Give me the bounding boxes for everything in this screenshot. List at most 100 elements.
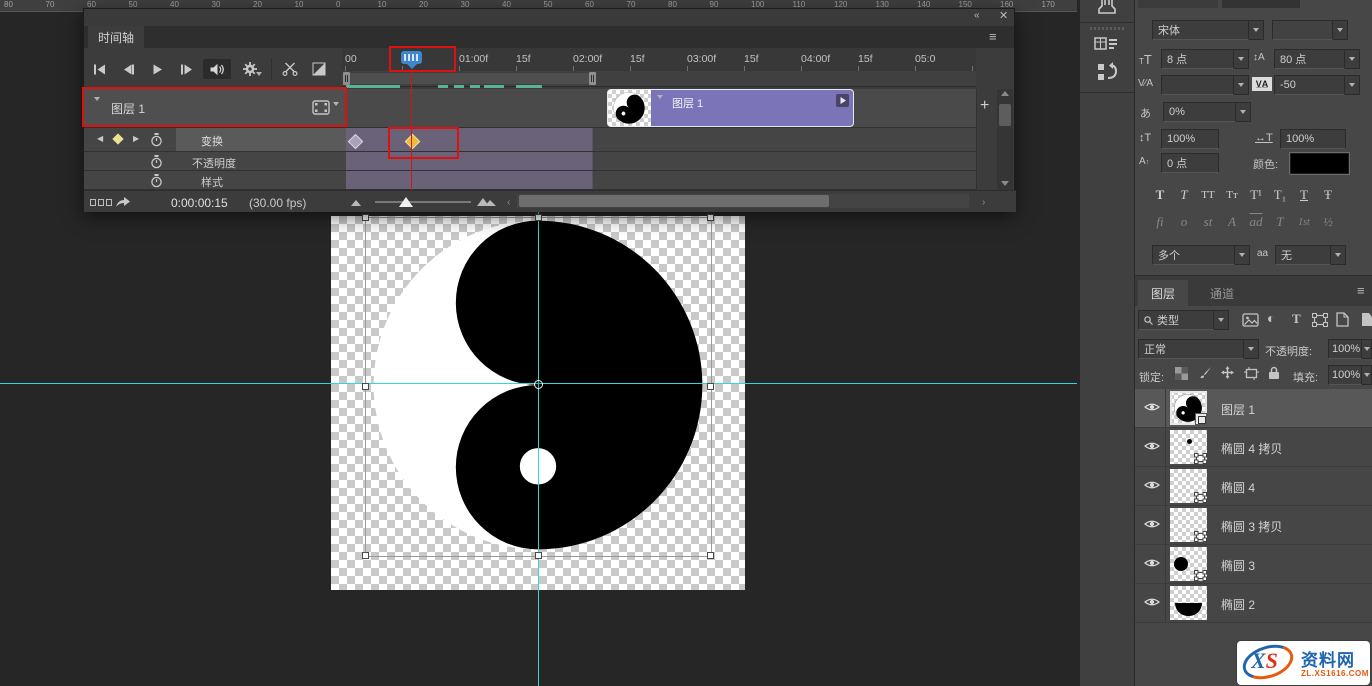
play-button[interactable] (145, 59, 169, 79)
filter-pixel-layers-icon[interactable] (1242, 313, 1259, 327)
add-keyframe-diamond-icon[interactable] (112, 133, 123, 144)
text-color-swatch[interactable] (1290, 153, 1349, 174)
kerning-field[interactable] (1161, 75, 1234, 95)
stopwatch-icon[interactable] (150, 174, 163, 188)
discretionary-ligatures-button[interactable]: st (1197, 213, 1219, 231)
swash-button[interactable]: A (1221, 213, 1243, 231)
transform-handle[interactable] (535, 214, 542, 221)
fill-field[interactable]: 100% (1328, 365, 1362, 385)
next-keyframe-arrow-icon[interactable]: ▶ (133, 134, 139, 143)
stopwatch-icon[interactable] (150, 155, 163, 169)
lock-pixels-brush-icon[interactable] (1198, 366, 1212, 380)
layer-row[interactable]: 椭圆 2 (1135, 584, 1372, 623)
opacity-field[interactable]: 100% (1328, 339, 1362, 359)
hscroll-right-icon[interactable]: › (982, 197, 985, 208)
zoom-out-mountain-icon[interactable] (351, 199, 365, 206)
filter-smart-objects-icon[interactable] (1336, 312, 1349, 327)
layer-row[interactable]: 图层 1 (1135, 389, 1372, 428)
contextual-alternates-button[interactable]: o (1173, 213, 1195, 231)
collapse-panel-icon[interactable]: « (974, 11, 980, 21)
go-to-first-frame-button[interactable] (87, 59, 111, 79)
zoom-slider-thumb[interactable] (399, 197, 413, 207)
tab-layers[interactable]: 图层 (1138, 280, 1188, 306)
previous-keyframe-arrow-icon[interactable]: ◀ (97, 134, 103, 143)
font-family-dropdown[interactable] (1249, 20, 1264, 40)
layer-row[interactable]: 椭圆 3 拷贝 (1135, 506, 1372, 545)
strikethrough-button[interactable]: Ŧ (1317, 186, 1339, 204)
timeline-zoom-slider[interactable] (375, 201, 471, 203)
tsume-dropdown[interactable] (1236, 102, 1251, 122)
transform-handle[interactable] (707, 383, 714, 390)
visibility-eye-icon[interactable] (1144, 596, 1160, 608)
filter-type-layers-icon[interactable]: T (1292, 311, 1301, 327)
stopwatch-icon[interactable] (150, 133, 163, 147)
timeline-horizontal-scrollbar[interactable] (517, 194, 969, 208)
panel-menu-icon[interactable]: ≡ (989, 30, 997, 43)
close-panel-icon[interactable]: ✕ (999, 11, 1008, 22)
transform-handle[interactable] (535, 552, 542, 559)
lock-all-icon[interactable] (1268, 366, 1280, 380)
opacity-dropdown[interactable] (1362, 339, 1372, 359)
tracking-dropdown[interactable] (1345, 75, 1360, 95)
layer-thumbnail[interactable] (1170, 586, 1207, 620)
fill-dropdown[interactable] (1362, 365, 1372, 385)
timeline-vertical-scrollbar[interactable] (997, 89, 1013, 190)
transform-handle[interactable] (362, 552, 369, 559)
language-dropdown[interactable] (1235, 245, 1250, 265)
leading-field[interactable]: 80 点 (1274, 49, 1345, 69)
font-style-dropdown[interactable] (1333, 20, 1348, 40)
antialias-field[interactable]: 无 (1275, 245, 1331, 265)
layer-row[interactable]: 椭圆 4 (1135, 467, 1372, 506)
filter-shape-layers-icon[interactable] (1312, 313, 1328, 327)
lock-transparency-icon[interactable] (1175, 367, 1188, 380)
panel-group-grip[interactable] (1090, 27, 1124, 30)
lock-artboard-icon[interactable] (1244, 367, 1259, 380)
clone-source-panel-icon[interactable] (1096, 0, 1118, 16)
scroll-up-icon[interactable] (1001, 91, 1009, 96)
faux-bold-button[interactable]: T (1149, 186, 1171, 204)
clip-expand-chevron[interactable] (657, 99, 663, 111)
character-panel-tab-stub[interactable] (1138, 0, 1218, 8)
history-panel-icon[interactable] (1096, 62, 1120, 84)
layer-row[interactable]: 椭圆 4 拷贝 (1135, 428, 1372, 467)
lock-position-move-icon[interactable] (1221, 366, 1234, 379)
layer-clip[interactable]: 图层 1 (607, 89, 854, 127)
transform-handle[interactable] (362, 383, 369, 390)
stylistic-alternates-button[interactable]: ad (1245, 213, 1267, 231)
scroll-down-icon[interactable] (1001, 181, 1009, 186)
underline-button[interactable]: T (1293, 186, 1315, 204)
ordinals-button[interactable]: 1st (1293, 213, 1315, 231)
convert-to-frame-animation-button[interactable] (90, 199, 112, 206)
layer-thumbnail[interactable] (1170, 547, 1207, 581)
hscroll-left-icon[interactable]: ‹ (507, 197, 510, 208)
transition-button[interactable] (307, 59, 331, 79)
layer-thumbnail[interactable] (1170, 391, 1207, 425)
leading-dropdown[interactable] (1345, 49, 1360, 69)
vertical-scale-field[interactable]: 100% (1161, 129, 1219, 149)
transform-handle[interactable] (362, 214, 369, 221)
tracking-field[interactable]: -50 (1274, 75, 1345, 95)
blend-mode-field[interactable]: 正常 (1138, 339, 1244, 359)
layer-filter-kind-field[interactable]: 类型 (1138, 310, 1214, 330)
transform-center-point[interactable] (534, 380, 543, 389)
subscript-button[interactable]: T₁ (1269, 186, 1291, 204)
font-style-field[interactable] (1272, 20, 1333, 40)
font-size-dropdown[interactable] (1234, 49, 1249, 69)
paragraph-panel-tab-stub[interactable] (1222, 0, 1300, 8)
layer-row[interactable]: 椭圆 3 (1135, 545, 1372, 584)
visibility-eye-icon[interactable] (1144, 401, 1160, 413)
scrollbar-thumb[interactable] (999, 104, 1011, 126)
all-caps-button[interactable]: TT (1197, 186, 1219, 204)
layer-thumbnail[interactable] (1170, 469, 1207, 503)
tab-channels[interactable]: 通道 (1197, 280, 1247, 306)
visibility-eye-icon[interactable] (1144, 518, 1160, 530)
previous-frame-button[interactable] (116, 59, 140, 79)
superscript-button[interactable]: T¹ (1245, 186, 1267, 204)
blend-mode-dropdown[interactable] (1244, 339, 1259, 359)
work-area-start-bracket[interactable] (343, 72, 350, 85)
faux-italic-button[interactable]: T (1173, 186, 1195, 204)
antialias-dropdown[interactable] (1331, 245, 1346, 265)
layer-thumbnail[interactable] (1170, 430, 1207, 464)
tab-timeline[interactable]: 时间轴 (88, 26, 144, 48)
small-caps-button[interactable]: Tᴛ (1221, 186, 1243, 204)
